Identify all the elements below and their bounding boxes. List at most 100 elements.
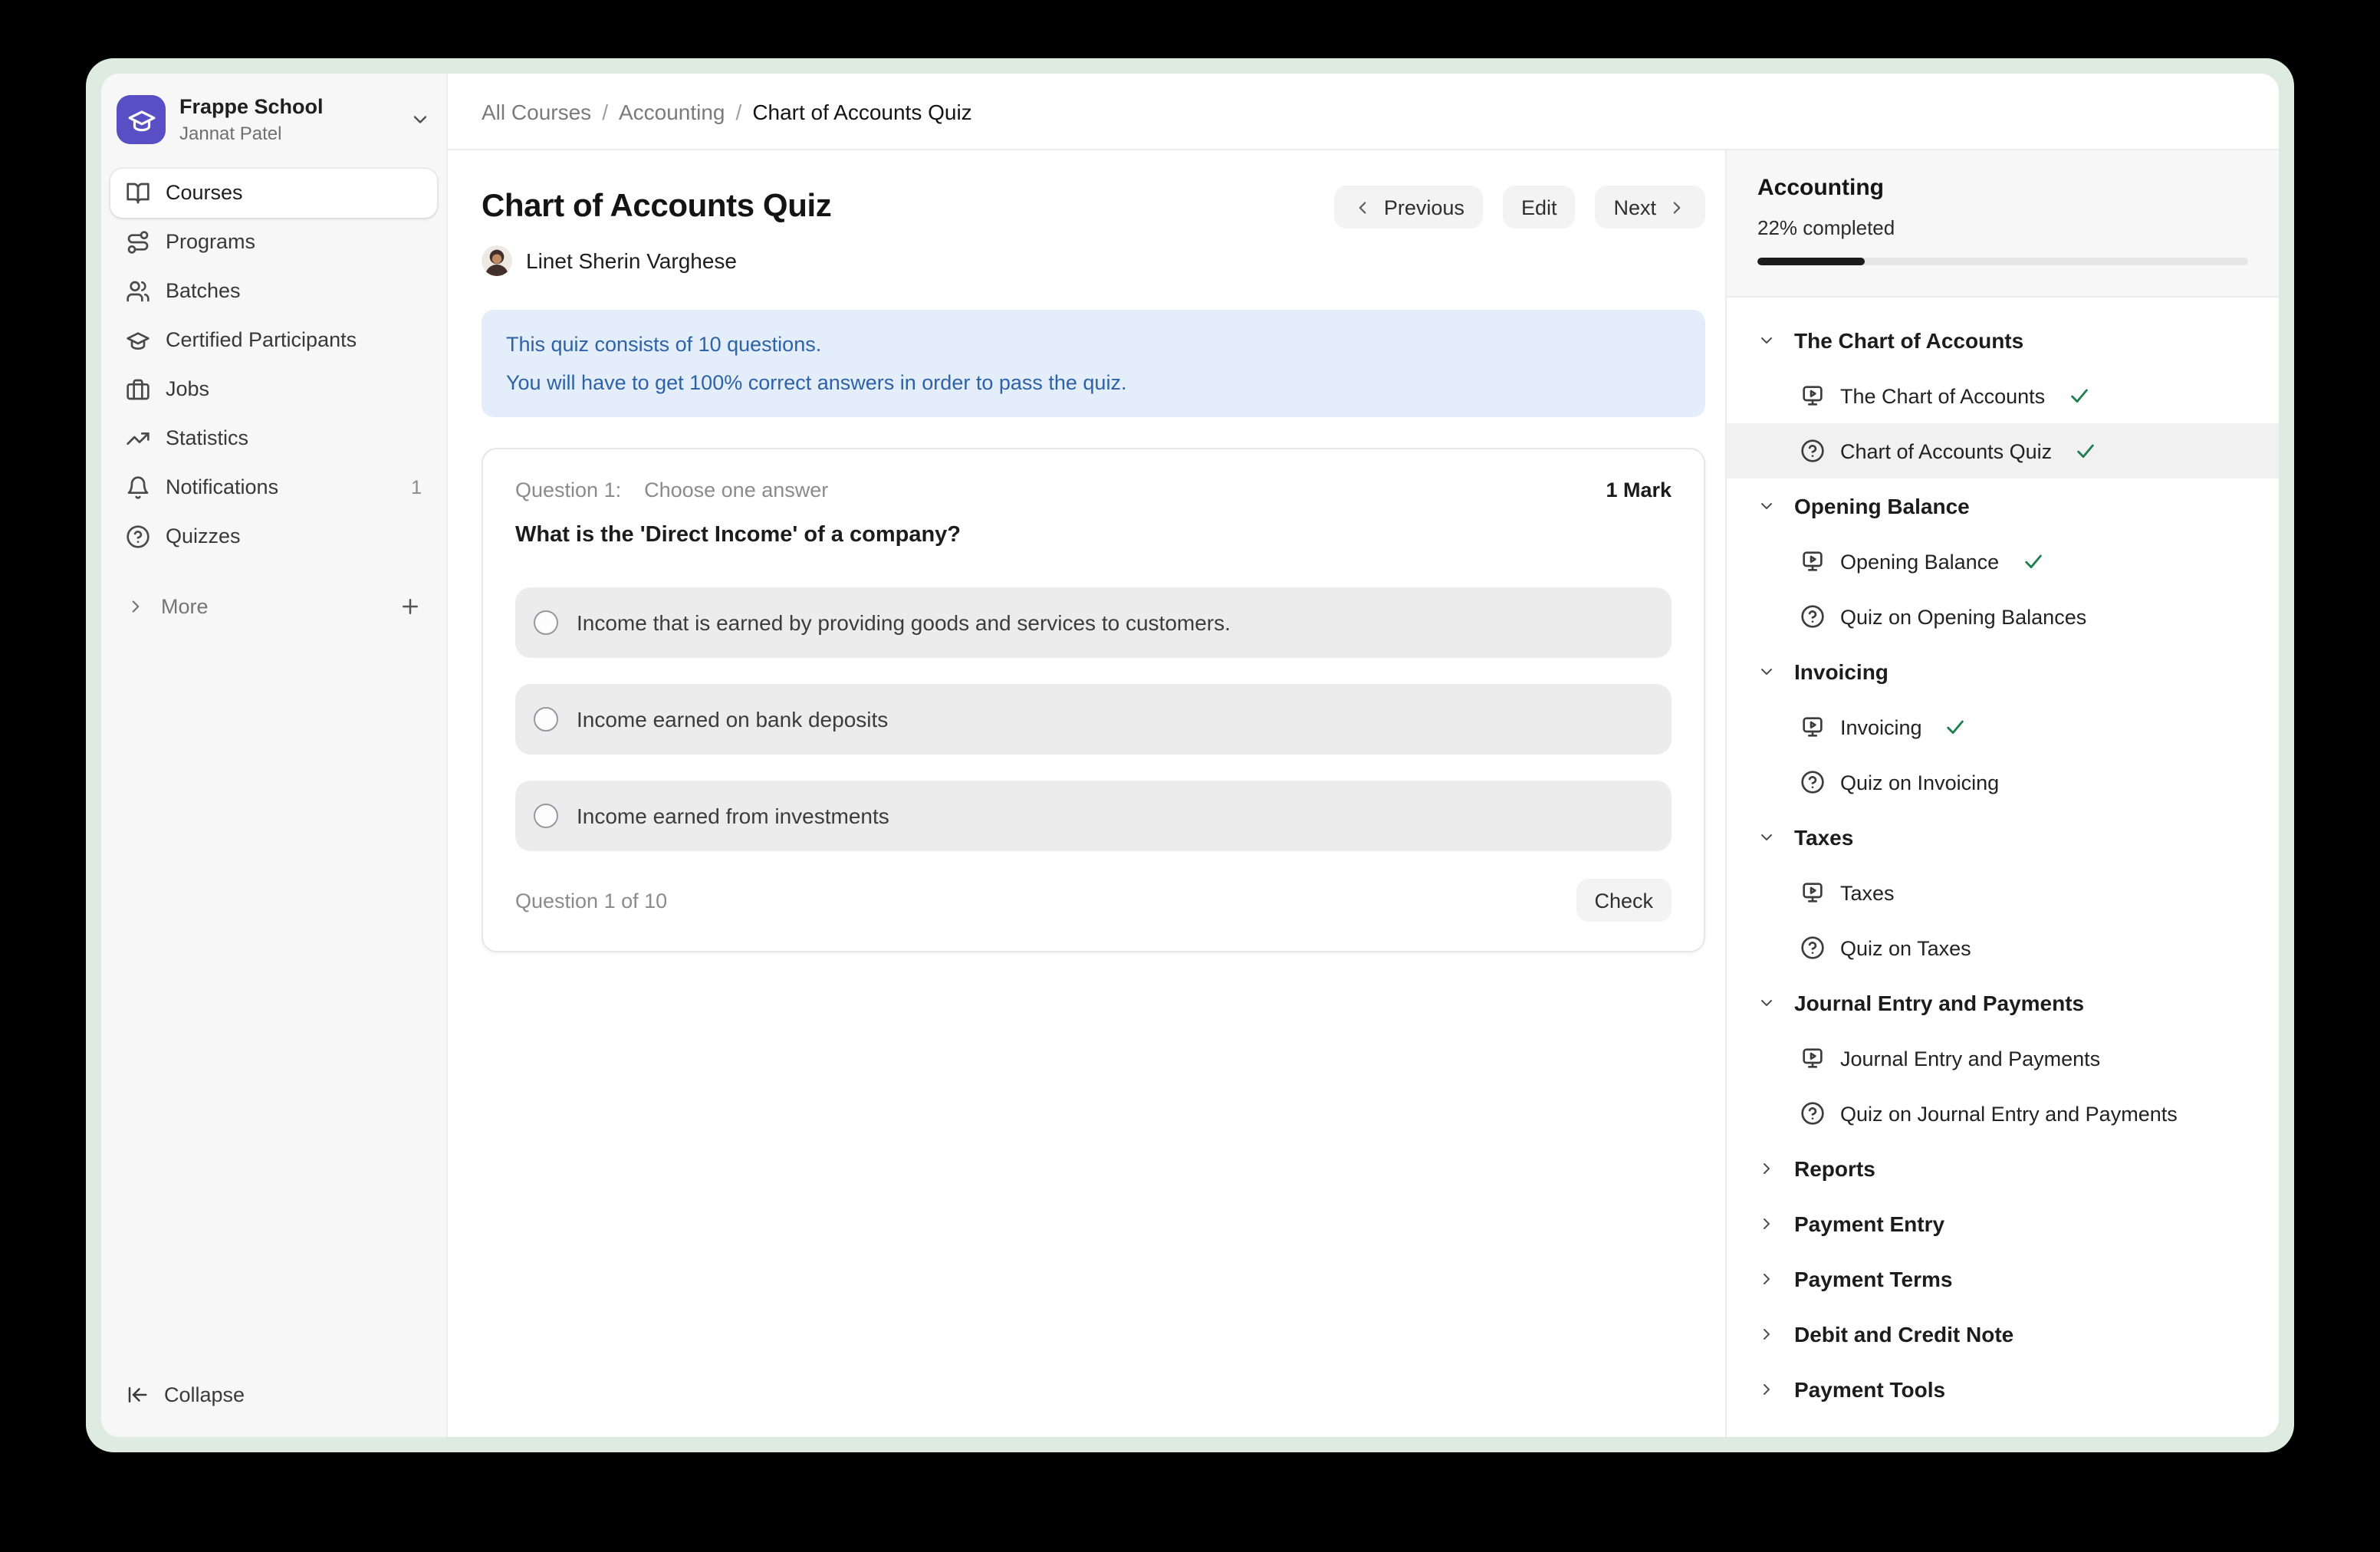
outline-section-payment-terms[interactable]: Payment Terms (1727, 1251, 2279, 1307)
chevron-right-icon (1757, 1325, 1776, 1343)
chevron-down-icon (1757, 331, 1776, 350)
question-card: Question 1: Choose one answer 1 Mark Wha… (482, 448, 1705, 952)
chevron-right-icon (1757, 1159, 1776, 1178)
author-name: Linet Sherin Varghese (526, 248, 737, 273)
monitor-play-icon (1800, 1046, 1825, 1070)
sidebar-item-programs[interactable]: Programs (110, 217, 437, 266)
quiz-instructions-banner: This quiz consists of 10 questions. You … (482, 310, 1705, 417)
completed-check-icon (1945, 716, 1967, 738)
sidebar-item-quizzes[interactable]: Quizzes (110, 511, 437, 561)
edit-button[interactable]: Edit (1503, 186, 1576, 229)
app-window: Frappe School Jannat Patel Courses Progr… (101, 74, 2279, 1437)
question-marks: 1 Mark (1606, 478, 1672, 501)
progress-bar-fill (1757, 258, 1866, 265)
chevron-down-icon (409, 110, 431, 131)
page-title: Chart of Accounts Quiz (482, 189, 831, 225)
outline-quiz[interactable]: Quiz on Journal Entry and Payments (1727, 1086, 2279, 1141)
workspace-switcher[interactable]: Frappe School Jannat Patel (110, 95, 437, 145)
breadcrumb-all-courses[interactable]: All Courses (482, 99, 591, 123)
route-icon (126, 229, 150, 254)
bell-icon (126, 475, 150, 499)
question-instruction: Choose one answer (644, 478, 828, 501)
outline-section-reports[interactable]: Reports (1727, 1141, 2279, 1196)
outline-section-opening-balance[interactable]: Opening Balance (1727, 478, 2279, 534)
brand-title: Frappe School (179, 95, 324, 120)
sidebar-item-jobs[interactable]: Jobs (110, 364, 437, 413)
outline-quiz[interactable]: Quiz on Taxes (1727, 920, 2279, 975)
help-circle-icon (1800, 604, 1825, 629)
course-progress-header: Accounting 22% completed (1727, 150, 2279, 298)
breadcrumb-separator: / (602, 99, 608, 123)
outline-section-invoicing[interactable]: Invoicing (1727, 644, 2279, 699)
help-circle-icon (126, 524, 150, 548)
sidebar-more-toggle[interactable]: More (110, 584, 437, 630)
completed-check-icon (2075, 440, 2096, 462)
course-outline-sidebar: Accounting 22% completed The Chart of Ac… (1725, 150, 2279, 1437)
notice-line: You will have to get 100% correct answer… (506, 363, 1681, 402)
monitor-play-icon (1800, 880, 1825, 905)
monitor-play-icon (1800, 383, 1825, 408)
monitor-play-icon (1800, 549, 1825, 574)
trending-up-icon (126, 426, 150, 450)
sidebar-item-label: Batches (166, 279, 241, 302)
help-circle-icon (1800, 770, 1825, 794)
outline-quiz[interactable]: Quiz on Opening Balances (1727, 589, 2279, 644)
plus-icon[interactable] (399, 595, 422, 618)
answer-option-label: Income earned from investments (577, 804, 889, 828)
outline-lesson[interactable]: Invoicing (1727, 699, 2279, 755)
answer-option[interactable]: Income earned from investments (515, 781, 1672, 851)
chevron-down-icon (1757, 994, 1776, 1012)
radio-icon[interactable] (534, 804, 558, 828)
outline-quiz[interactable]: Quiz on Invoicing (1727, 755, 2279, 810)
sidebar-item-courses[interactable]: Courses (110, 168, 437, 217)
author-row: Linet Sherin Varghese (482, 245, 1705, 276)
chevron-left-icon (1353, 197, 1373, 217)
next-button[interactable]: Next (1595, 186, 1705, 229)
brand-user-name: Jannat Patel (179, 123, 324, 145)
outline-section-payment-entry[interactable]: Payment Entry (1727, 1196, 2279, 1251)
radio-icon[interactable] (534, 707, 558, 732)
outline-section-taxes[interactable]: Taxes (1727, 810, 2279, 865)
sidebar-item-notifications[interactable]: Notifications 1 (110, 462, 437, 511)
chevron-right-icon (126, 597, 146, 617)
quiz-page: Chart of Accounts Quiz Previous Edit Nex… (448, 150, 1725, 1437)
check-button[interactable]: Check (1576, 879, 1672, 922)
course-title: Accounting (1757, 175, 2248, 201)
outline-section-chart-of-accounts[interactable]: The Chart of Accounts (1727, 313, 2279, 368)
answer-option-label: Income that is earned by providing goods… (577, 610, 1231, 635)
sidebar-item-label: Quizzes (166, 524, 241, 547)
question-pagination: Question 1 of 10 (515, 889, 667, 912)
sidebar-item-certified-participants[interactable]: Certified Participants (110, 315, 437, 364)
sidebar-collapse-label: Collapse (164, 1383, 245, 1406)
sidebar-collapse-button[interactable]: Collapse (110, 1371, 437, 1417)
author-avatar (482, 245, 512, 276)
outline-lesson[interactable]: Journal Entry and Payments (1727, 1031, 2279, 1086)
outline-section-journal-entry[interactable]: Journal Entry and Payments (1727, 975, 2279, 1031)
content-wrap: All Courses / Accounting / Chart of Acco… (448, 74, 2279, 1437)
radio-icon[interactable] (534, 610, 558, 635)
sidebar-item-batches[interactable]: Batches (110, 266, 437, 315)
collapse-arrow-icon (126, 1383, 149, 1406)
outline-lesson[interactable]: Taxes (1727, 865, 2279, 920)
users-icon (126, 278, 150, 303)
sidebar-item-label: Notifications (166, 475, 278, 498)
previous-button[interactable]: Previous (1335, 186, 1483, 229)
outline-section-payment-tools[interactable]: Payment Tools (1727, 1362, 2279, 1417)
sidebar-item-label: Courses (166, 181, 243, 204)
answer-option[interactable]: Income earned on bank deposits (515, 684, 1672, 755)
book-open-icon (126, 180, 150, 205)
question-number-label: Question 1: (515, 478, 621, 501)
notifications-count-badge: 1 (411, 476, 422, 498)
sidebar-item-statistics[interactable]: Statistics (110, 413, 437, 462)
outline-section-debit-credit-note[interactable]: Debit and Credit Note (1727, 1307, 2279, 1362)
outline-quiz-active[interactable]: Chart of Accounts Quiz (1727, 423, 2279, 478)
breadcrumb-accounting[interactable]: Accounting (619, 99, 725, 123)
outline-lesson[interactable]: Opening Balance (1727, 534, 2279, 589)
completed-check-icon (2022, 551, 2043, 572)
answer-option[interactable]: Income that is earned by providing goods… (515, 587, 1672, 658)
outline-lesson[interactable]: The Chart of Accounts (1727, 368, 2279, 423)
chevron-down-icon (1757, 663, 1776, 681)
chevron-down-icon (1757, 828, 1776, 847)
body-row: Chart of Accounts Quiz Previous Edit Nex… (448, 150, 2279, 1437)
briefcase-icon (126, 376, 150, 401)
